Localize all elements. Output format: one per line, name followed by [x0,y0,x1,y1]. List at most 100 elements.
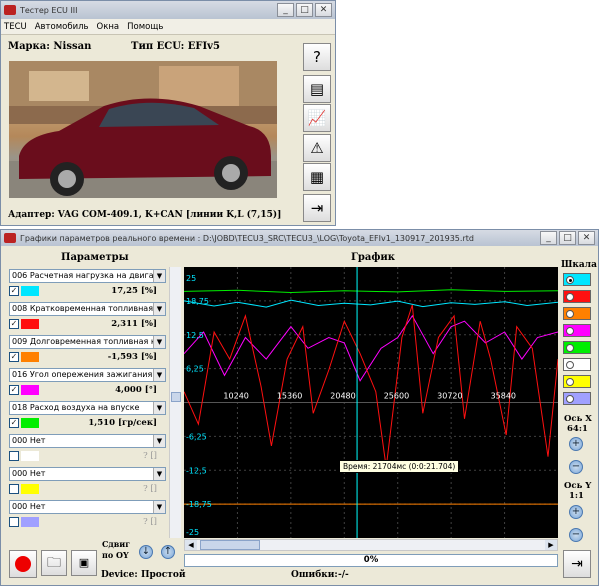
warning-button[interactable]: ⚠ [303,134,331,162]
dropdown-arrow-icon: ▼ [153,303,165,315]
menu-tecu[interactable]: ТECU [4,22,27,32]
series-line-3 [183,304,559,468]
scale-radio-6[interactable] [566,378,574,386]
exit-button[interactable]: ⇥ [303,194,331,222]
main-titlebar[interactable]: Тестер ECU III _ □ ✕ [1,1,335,19]
app-icon [4,5,16,15]
param-select-5[interactable]: 000 Нет ▼ [9,434,166,448]
x-tick-label: 35840 [491,392,516,401]
hscroll-right[interactable]: ▶ [545,540,557,550]
maximize-button[interactable]: □ [296,3,313,17]
scale-radio-2[interactable] [566,310,574,318]
param-value-7: ? [] [143,517,157,527]
y-tick-label: -6,25 [186,432,207,441]
param-select-0[interactable]: 006 Расчетная нагрузка на двигате ▼ [9,269,166,283]
close-button[interactable]: ✕ [315,3,332,17]
chart-area[interactable]: 25 18,75 12,5 6,25 -6,25 -12,5 -18,75 -25 10240 1… [183,267,559,538]
minimize-button[interactable]: _ [277,3,294,17]
scale-swatch-5[interactable] [563,358,591,371]
chart-hscrollbar[interactable]: ◀ ▶ [184,539,558,551]
help-button[interactable]: ? [303,43,331,71]
axis-x-zoom-out-button[interactable]: − [569,460,583,474]
dropdown-arrow-icon: ▼ [153,468,165,480]
car-image [9,61,277,198]
y-tick-label: 18,75 [186,297,209,306]
param-checkbox-1[interactable]: ✓ [9,319,19,329]
param-checkbox-4[interactable]: ✓ [9,418,19,428]
x-tick-label: 15360 [277,392,302,401]
param-checkbox-7[interactable] [9,517,19,527]
dropdown-arrow-icon: ▼ [153,435,165,447]
scale-swatch-4[interactable] [563,341,591,354]
document-button[interactable]: ▤ [303,75,331,103]
chart-button[interactable]: 📈 [303,104,331,132]
param-select-7[interactable]: 000 Нет ▼ [9,500,166,514]
open-folder-button[interactable]: 🗀 [41,550,67,576]
errors-value: -/- [338,570,349,580]
params-scroll-thumb[interactable] [171,392,181,402]
param-checkbox-3[interactable]: ✓ [9,385,19,395]
scale-radio-4[interactable] [566,344,574,352]
y-tick-label: 12,5 [186,331,204,340]
scale-swatch-6[interactable] [563,375,591,388]
graph-minimize-button[interactable]: _ [540,231,557,245]
axis-y-zoom-in-button[interactable]: + [569,505,583,519]
param-checkbox-2[interactable]: ✓ [9,352,19,362]
graph-exit-button[interactable]: ⇥ [563,550,591,578]
scale-swatch-7[interactable] [563,392,591,405]
record-button[interactable] [9,550,37,578]
scale-radio-7[interactable] [566,395,574,403]
scale-radio-1[interactable] [566,293,574,301]
param-value-2: -1,593 [%] [107,352,157,362]
menubar: ТECU Автомобиль Окна Помощь [1,19,335,35]
axis-y-label: Ось Y [564,481,592,491]
window-title: Тестер ECU III [20,5,78,15]
param-select-1[interactable]: 008 Кратковременная топливная ко ▼ [9,302,166,316]
scale-radio-5[interactable] [566,361,574,369]
axis-y-zoom-out-button[interactable]: − [569,528,583,542]
shift-down-button[interactable]: ↓ [139,545,153,559]
scale-swatch-2[interactable] [563,307,591,320]
scale-swatch-1[interactable] [563,290,591,303]
y-tick-label: 6,25 [186,365,204,374]
scale-swatch-3[interactable] [563,324,591,337]
graph-maximize-button[interactable]: □ [559,231,576,245]
param-value-4: 1,510 [гр/сек] [88,418,157,428]
param-select-2[interactable]: 009 Долговременная топливная кор ▼ [9,335,166,349]
file-icon: ▣ [78,556,90,569]
hscroll-thumb[interactable] [200,540,260,550]
axis-y-zoom: 1:1 [569,491,584,501]
params-scrollbar[interactable] [169,267,181,538]
param-checkbox-0[interactable]: ✓ [9,286,19,296]
axis-x-zoom: 64:1 [567,424,588,434]
scale-radio-3[interactable] [566,327,574,335]
param-checkbox-6[interactable] [9,484,19,494]
shift-up-button[interactable]: ↑ [161,545,175,559]
save-file-button[interactable]: ▣ [71,550,97,576]
menu-windows[interactable]: Окна [97,22,120,32]
param-select-text: 009 Долговременная топливная кор [12,337,166,346]
axis-x-zoom-in-button[interactable]: + [569,437,583,451]
param-select-text: 000 Нет [12,436,46,445]
scale-radio-0[interactable] [566,276,574,284]
y-tick-label: 25 [186,274,196,283]
menu-car[interactable]: Автомобиль [35,22,89,32]
scale-swatch-0[interactable] [563,273,591,286]
param-checkbox-5[interactable] [9,451,19,461]
hscroll-left[interactable]: ◀ [185,540,197,550]
param-value-1: 2,311 [%] [111,319,157,329]
errors-label: Ошибки: [291,570,338,580]
y-tick-label: -18,75 [186,500,212,509]
report-button[interactable]: ▦ [303,163,331,191]
param-select-3[interactable]: 016 Угол опережения зажигания ▼ [9,368,166,382]
dropdown-arrow-icon: ▼ [153,369,165,381]
graph-titlebar[interactable]: Графики параметров реального времени : D… [1,230,598,246]
param-select-4[interactable]: 018 Расход воздуха на впуске ▼ [9,401,166,415]
chart-svg: 25 18,75 12,5 6,25 -6,25 -12,5 -18,75 -25 10240 1… [183,267,559,538]
graph-close-button[interactable]: ✕ [578,231,595,245]
scale-header: Шкала [561,260,597,270]
param-select-6[interactable]: 000 Нет ▼ [9,467,166,481]
menu-help[interactable]: Помощь [127,22,163,32]
x-tick-label: 30720 [437,392,462,401]
record-icon [15,556,31,572]
